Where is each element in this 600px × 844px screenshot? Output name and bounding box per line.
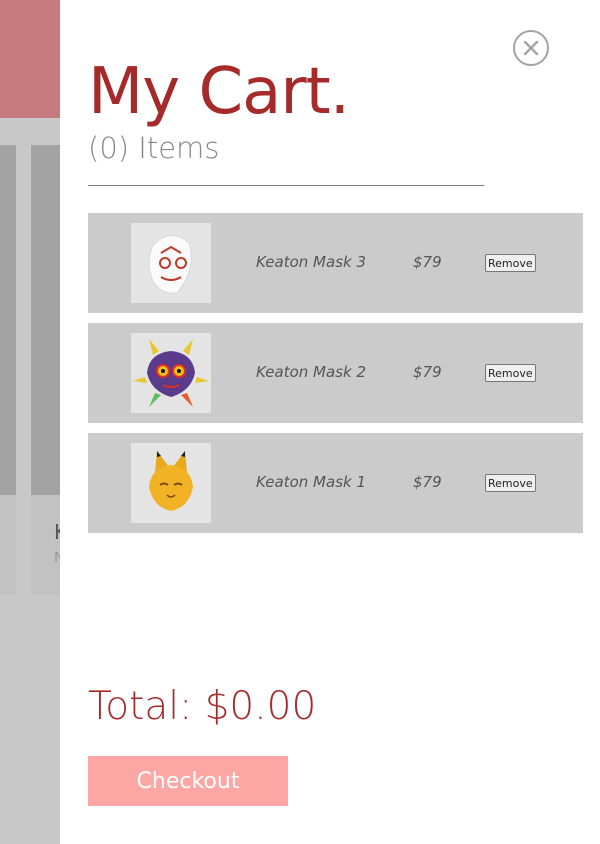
checkout-button[interactable]: Checkout (88, 756, 288, 806)
cart-item: Keaton Mask 1 $79 Remove (88, 433, 583, 533)
cart-title: My Cart. (88, 55, 350, 129)
product-price: $79 (413, 363, 442, 381)
product-image-majoras-mask (131, 333, 211, 413)
product-name: Keaton Mask 1 (256, 473, 367, 491)
product-image-fox-mask (131, 443, 211, 523)
cart-item: Keaton Mask 3 $79 Remove (88, 213, 583, 313)
product-price: $79 (413, 473, 442, 491)
cart-item-count: (0) Items (88, 131, 220, 165)
product-price: $79 (413, 253, 442, 271)
divider (88, 185, 484, 186)
background-product-card (31, 145, 60, 495)
background-product-card (0, 145, 16, 495)
product-name: Keaton Mask 2 (256, 363, 367, 381)
product-name: Keaton Mask 3 (256, 253, 367, 271)
remove-item-button[interactable]: Remove (485, 364, 536, 382)
cart-items-list: Keaton Mask 3 $79 Remove Keaton Mask 2 $… (88, 213, 583, 543)
background-product-card-footer (31, 495, 60, 595)
close-cart-button[interactable] (513, 30, 549, 66)
cart-panel: My Cart. (0) Items Keaton Mask 3 $79 Rem… (60, 0, 600, 844)
background-banner (0, 0, 60, 118)
product-image-white-mask (131, 223, 211, 303)
remove-item-button[interactable]: Remove (485, 254, 536, 272)
close-icon (523, 40, 539, 56)
cart-total: Total: $0.00 (88, 684, 317, 729)
cart-item: Keaton Mask 2 $79 Remove (88, 323, 583, 423)
background-product-card-footer (0, 495, 16, 595)
remove-item-button[interactable]: Remove (485, 474, 536, 492)
